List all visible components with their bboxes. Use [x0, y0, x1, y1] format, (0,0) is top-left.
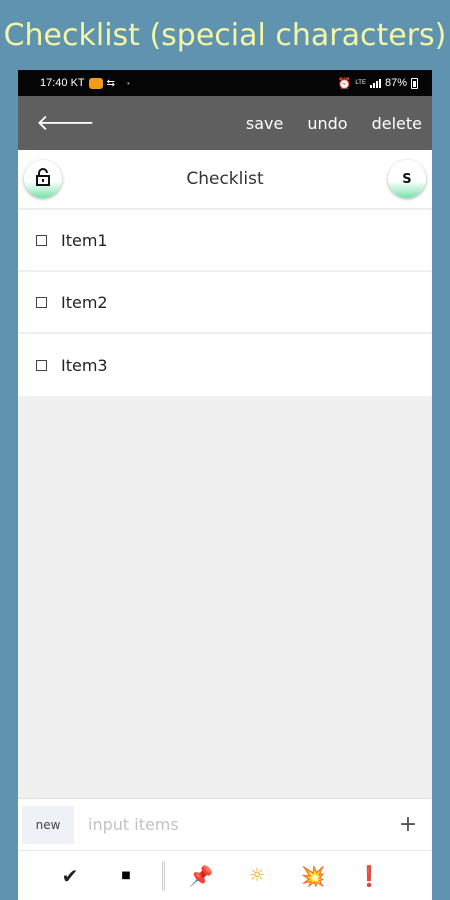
input-bar: new + — [18, 798, 432, 850]
list-item[interactable]: Item1 — [18, 210, 432, 272]
status-time-carrier: 17:40 KT — [40, 77, 85, 89]
status-bar: 17:40 KT ⇆ • ⏰ LTE 87% — [18, 70, 432, 96]
battery-icon — [411, 77, 418, 89]
item-label: Item3 — [61, 355, 108, 375]
sun-icon[interactable]: ☼ — [229, 865, 285, 886]
lock-open-icon — [35, 168, 51, 190]
page-title: Checklist — [186, 169, 264, 189]
exclamation-icon[interactable]: ❗ — [341, 864, 397, 888]
save-button[interactable]: save — [246, 114, 283, 133]
checklist-items: Item1 Item2 Item3 — [18, 210, 432, 396]
status-left: 17:40 KT ⇆ • — [40, 77, 130, 89]
checklist-header: Checklist S — [18, 150, 432, 210]
special-characters-toolbar: ✔ ■ 📌 ☼ 💥 ❗ — [18, 850, 432, 900]
banner-title: Checklist (special characters) — [3, 17, 447, 53]
phone-screen: 17:40 KT ⇆ • ⏰ LTE 87% 🡐 save undo delet… — [18, 70, 432, 900]
new-item-tag: new — [22, 805, 74, 844]
item-label: Item1 — [61, 230, 108, 250]
s-button[interactable]: S — [387, 160, 426, 198]
back-arrow-icon[interactable]: 🡐 — [36, 110, 95, 136]
carrier-badge-icon — [88, 77, 103, 89]
app-bar: 🡐 save undo delete — [18, 96, 432, 150]
pushpin-icon[interactable]: 📌 — [173, 864, 229, 888]
battery-percent: 87% — [384, 77, 407, 89]
toolbar-divider — [162, 860, 165, 891]
undo-button[interactable]: undo — [307, 114, 347, 133]
list-item[interactable]: Item3 — [18, 334, 432, 396]
item-label: Item2 — [61, 292, 108, 312]
delete-button[interactable]: delete — [372, 114, 422, 133]
add-item-button[interactable]: + — [388, 812, 428, 837]
network-type: LTE — [355, 80, 366, 86]
lock-button[interactable] — [24, 160, 62, 198]
appbar-actions: save undo delete — [246, 114, 422, 133]
signal-icon — [369, 78, 381, 88]
check-mark-icon[interactable]: ✔ — [42, 864, 98, 888]
list-item[interactable]: Item2 — [18, 272, 432, 334]
item-checkbox[interactable] — [36, 234, 47, 246]
item-input[interactable] — [74, 815, 388, 834]
alarm-icon: ⏰ — [337, 77, 352, 90]
notification-dot-icon: • — [127, 78, 130, 88]
black-square-icon[interactable]: ■ — [98, 870, 154, 881]
collision-icon[interactable]: 💥 — [285, 864, 341, 888]
item-checkbox[interactable] — [36, 296, 47, 308]
item-checkbox[interactable] — [36, 359, 47, 371]
usb-icon: ⇆ — [106, 77, 116, 89]
status-right: ⏰ LTE 87% — [338, 77, 418, 90]
